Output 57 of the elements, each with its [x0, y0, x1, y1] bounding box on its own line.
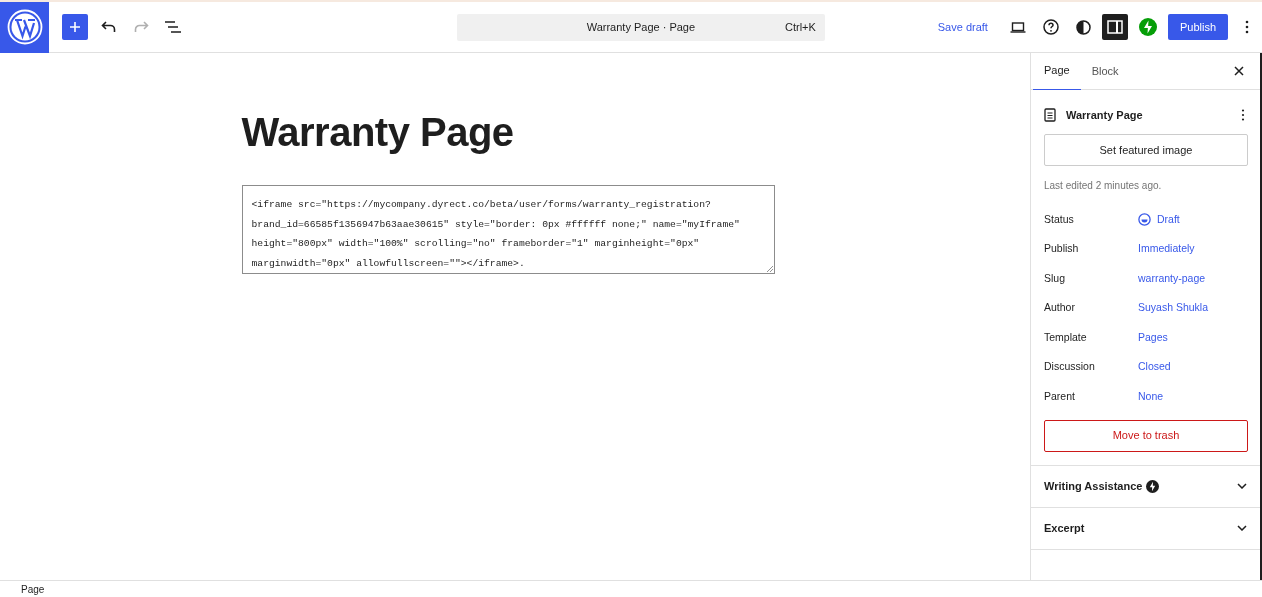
last-edited-text: Last edited 2 minutes ago. — [1044, 179, 1162, 193]
field-label: Author — [1044, 300, 1076, 316]
chevron-icon — [1237, 525, 1247, 531]
code-line: <iframe src="https://mycompany.dyrect.co/beta/user/forms/warranty_registration? — [251, 198, 711, 212]
help-icon — [1042, 19, 1059, 35]
sidebar-tab[interactable]: Page — [1033, 52, 1081, 90]
page-title[interactable]: Warranty Page — [241, 107, 775, 157]
page-icon — [1044, 108, 1056, 122]
save-draft-button[interactable]: Save draft — [937, 18, 988, 36]
sidebar-tab[interactable]: Block — [1080, 52, 1130, 90]
list-view-icon — [164, 21, 182, 33]
field-value-link[interactable]: None — [1138, 388, 1164, 405]
field-label: Slug — [1044, 270, 1066, 286]
draft-status-icon — [1138, 213, 1151, 227]
page-actions-button[interactable] — [1239, 108, 1247, 122]
document-title: Warranty Page · Page — [586, 19, 696, 35]
undo-icon — [101, 21, 117, 33]
field-label: Parent — [1044, 388, 1076, 404]
field-value-link[interactable]: Pages — [1138, 329, 1168, 346]
more-options-icon — [1241, 109, 1245, 121]
field-value-link[interactable]: Suyash Shukla — [1138, 300, 1209, 317]
page-name: Warranty Page — [1066, 107, 1144, 123]
settings-toggle-button[interactable] — [1101, 14, 1128, 40]
field-value-link[interactable]: Immediately — [1138, 241, 1195, 258]
collapsible-panel-header[interactable]: Writing Assistance — [1031, 465, 1260, 508]
html-code-field[interactable] — [241, 185, 775, 274]
shortcut-hint: Ctrl+K — [785, 19, 816, 35]
lightning-icon — [1138, 18, 1157, 36]
chevron-icon — [1237, 483, 1247, 489]
breadcrumb-text[interactable]: Page — [21, 581, 45, 597]
resize-handle-icon[interactable] — [765, 265, 773, 272]
set-featured-image-button[interactable]: Set featured image — [1044, 134, 1248, 166]
field-label: Template — [1044, 329, 1088, 345]
command-bar[interactable]: Warranty Page · Page Ctrl+K — [456, 13, 825, 41]
close-icon — [1234, 66, 1244, 76]
jetpack-button[interactable] — [1136, 16, 1159, 38]
code-line: brand_id=66585f1356947b63aae30615" style="border: 0px #ffffff none;" name="myIframe" — [251, 217, 740, 232]
laptop-icon — [1009, 21, 1026, 33]
field-value-link[interactable]: warranty-page — [1138, 270, 1206, 287]
sidebar-icon — [1106, 20, 1123, 34]
plus-icon — [69, 21, 81, 33]
close-button[interactable] — [1232, 64, 1246, 78]
more-options-icon — [1245, 20, 1249, 34]
field-label: Status — [1044, 211, 1075, 227]
redo-icon — [133, 21, 149, 33]
code-line: marginwidth="0px" allowfullscreen=""></iframe>. — [251, 256, 525, 271]
field-label: Publish — [1044, 241, 1080, 257]
move-to-trash-button[interactable]: Move to trash — [1044, 419, 1248, 452]
status-button[interactable]: Draft — [1138, 211, 1180, 228]
add-block-button[interactable] — [62, 14, 88, 40]
field-label: Discussion — [1044, 359, 1096, 375]
publish-button[interactable]: Publish — [1167, 14, 1228, 40]
code-line: height="800px" width="100%" scrolling="no" frameborder="1" marginheight="0px" — [251, 237, 700, 251]
contrast-icon — [1076, 19, 1092, 35]
wordpress-logo-icon — [6, 9, 43, 45]
wordpress-logo-button[interactable] — [0, 1, 49, 53]
field-value-link[interactable]: Closed — [1138, 359, 1171, 376]
